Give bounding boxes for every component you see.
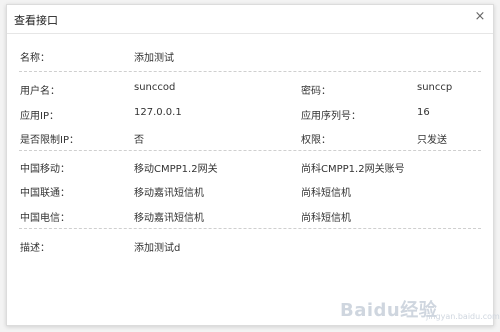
description-label: 描述： <box>20 243 50 254</box>
username-value: sunccod <box>134 82 176 93</box>
carrier-label: 中国移动： <box>20 164 70 175</box>
gateway-account-value: 尚科短信机 <box>301 188 351 199</box>
password-value: sunccp <box>417 82 453 93</box>
app-serial-label: 应用序列号： <box>301 111 361 122</box>
name-row: 名称： 添加测试 <box>19 49 481 64</box>
description-row: 描述： 添加测试d <box>19 239 481 254</box>
app-ip-value: 127.0.0.1 <box>134 107 182 118</box>
name-label: 名称： <box>20 53 50 64</box>
app-ip-label: 应用IP： <box>20 111 59 122</box>
gateway-account-value: 尚科短信机 <box>301 213 351 224</box>
description-value: 添加测试d <box>134 243 181 254</box>
password-label: 密码： <box>301 86 331 97</box>
carrier-label: 中国电信： <box>20 213 70 224</box>
close-icon[interactable]: × <box>474 10 486 24</box>
gateway-value: 移动嘉讯短信机 <box>134 188 204 199</box>
username-label: 用户名： <box>20 86 60 97</box>
ip-limit-row: 是否限制IP： 否 权限： 只发送 <box>19 131 481 146</box>
gateway-value: 移动CMPP1.2网关 <box>134 164 218 175</box>
dialog-title: 查看接口 <box>14 14 58 27</box>
permission-label: 权限： <box>301 135 331 146</box>
gateway-account-value: 尚科CMPP1.2网关账号 <box>301 164 405 175</box>
divider <box>19 150 481 151</box>
app-serial-value: 16 <box>417 107 430 118</box>
china-unicom-row: 中国联通： 移动嘉讯短信机 尚科短信机 <box>19 184 481 199</box>
view-interface-dialog: 查看接口 × 名称： 添加测试 用户名： sunccod 密码： sunccp … <box>6 4 494 326</box>
divider <box>19 71 481 72</box>
name-value: 添加测试 <box>134 53 174 64</box>
ip-limit-label: 是否限制IP： <box>20 135 79 146</box>
dialog-titlebar: 查看接口 × <box>7 5 493 34</box>
china-telecom-row: 中国电信： 移动嘉讯短信机 尚科短信机 <box>19 209 481 224</box>
carrier-label: 中国联通： <box>20 188 70 199</box>
china-mobile-row: 中国移动： 移动CMPP1.2网关 尚科CMPP1.2网关账号 <box>19 160 481 175</box>
username-row: 用户名： sunccod 密码： sunccp <box>19 82 481 97</box>
app-ip-row: 应用IP： 127.0.0.1 应用序列号： 16 <box>19 107 481 122</box>
divider <box>19 228 481 229</box>
permission-value: 只发送 <box>417 135 447 146</box>
ip-limit-value: 否 <box>134 135 144 146</box>
gateway-value: 移动嘉讯短信机 <box>134 213 204 224</box>
